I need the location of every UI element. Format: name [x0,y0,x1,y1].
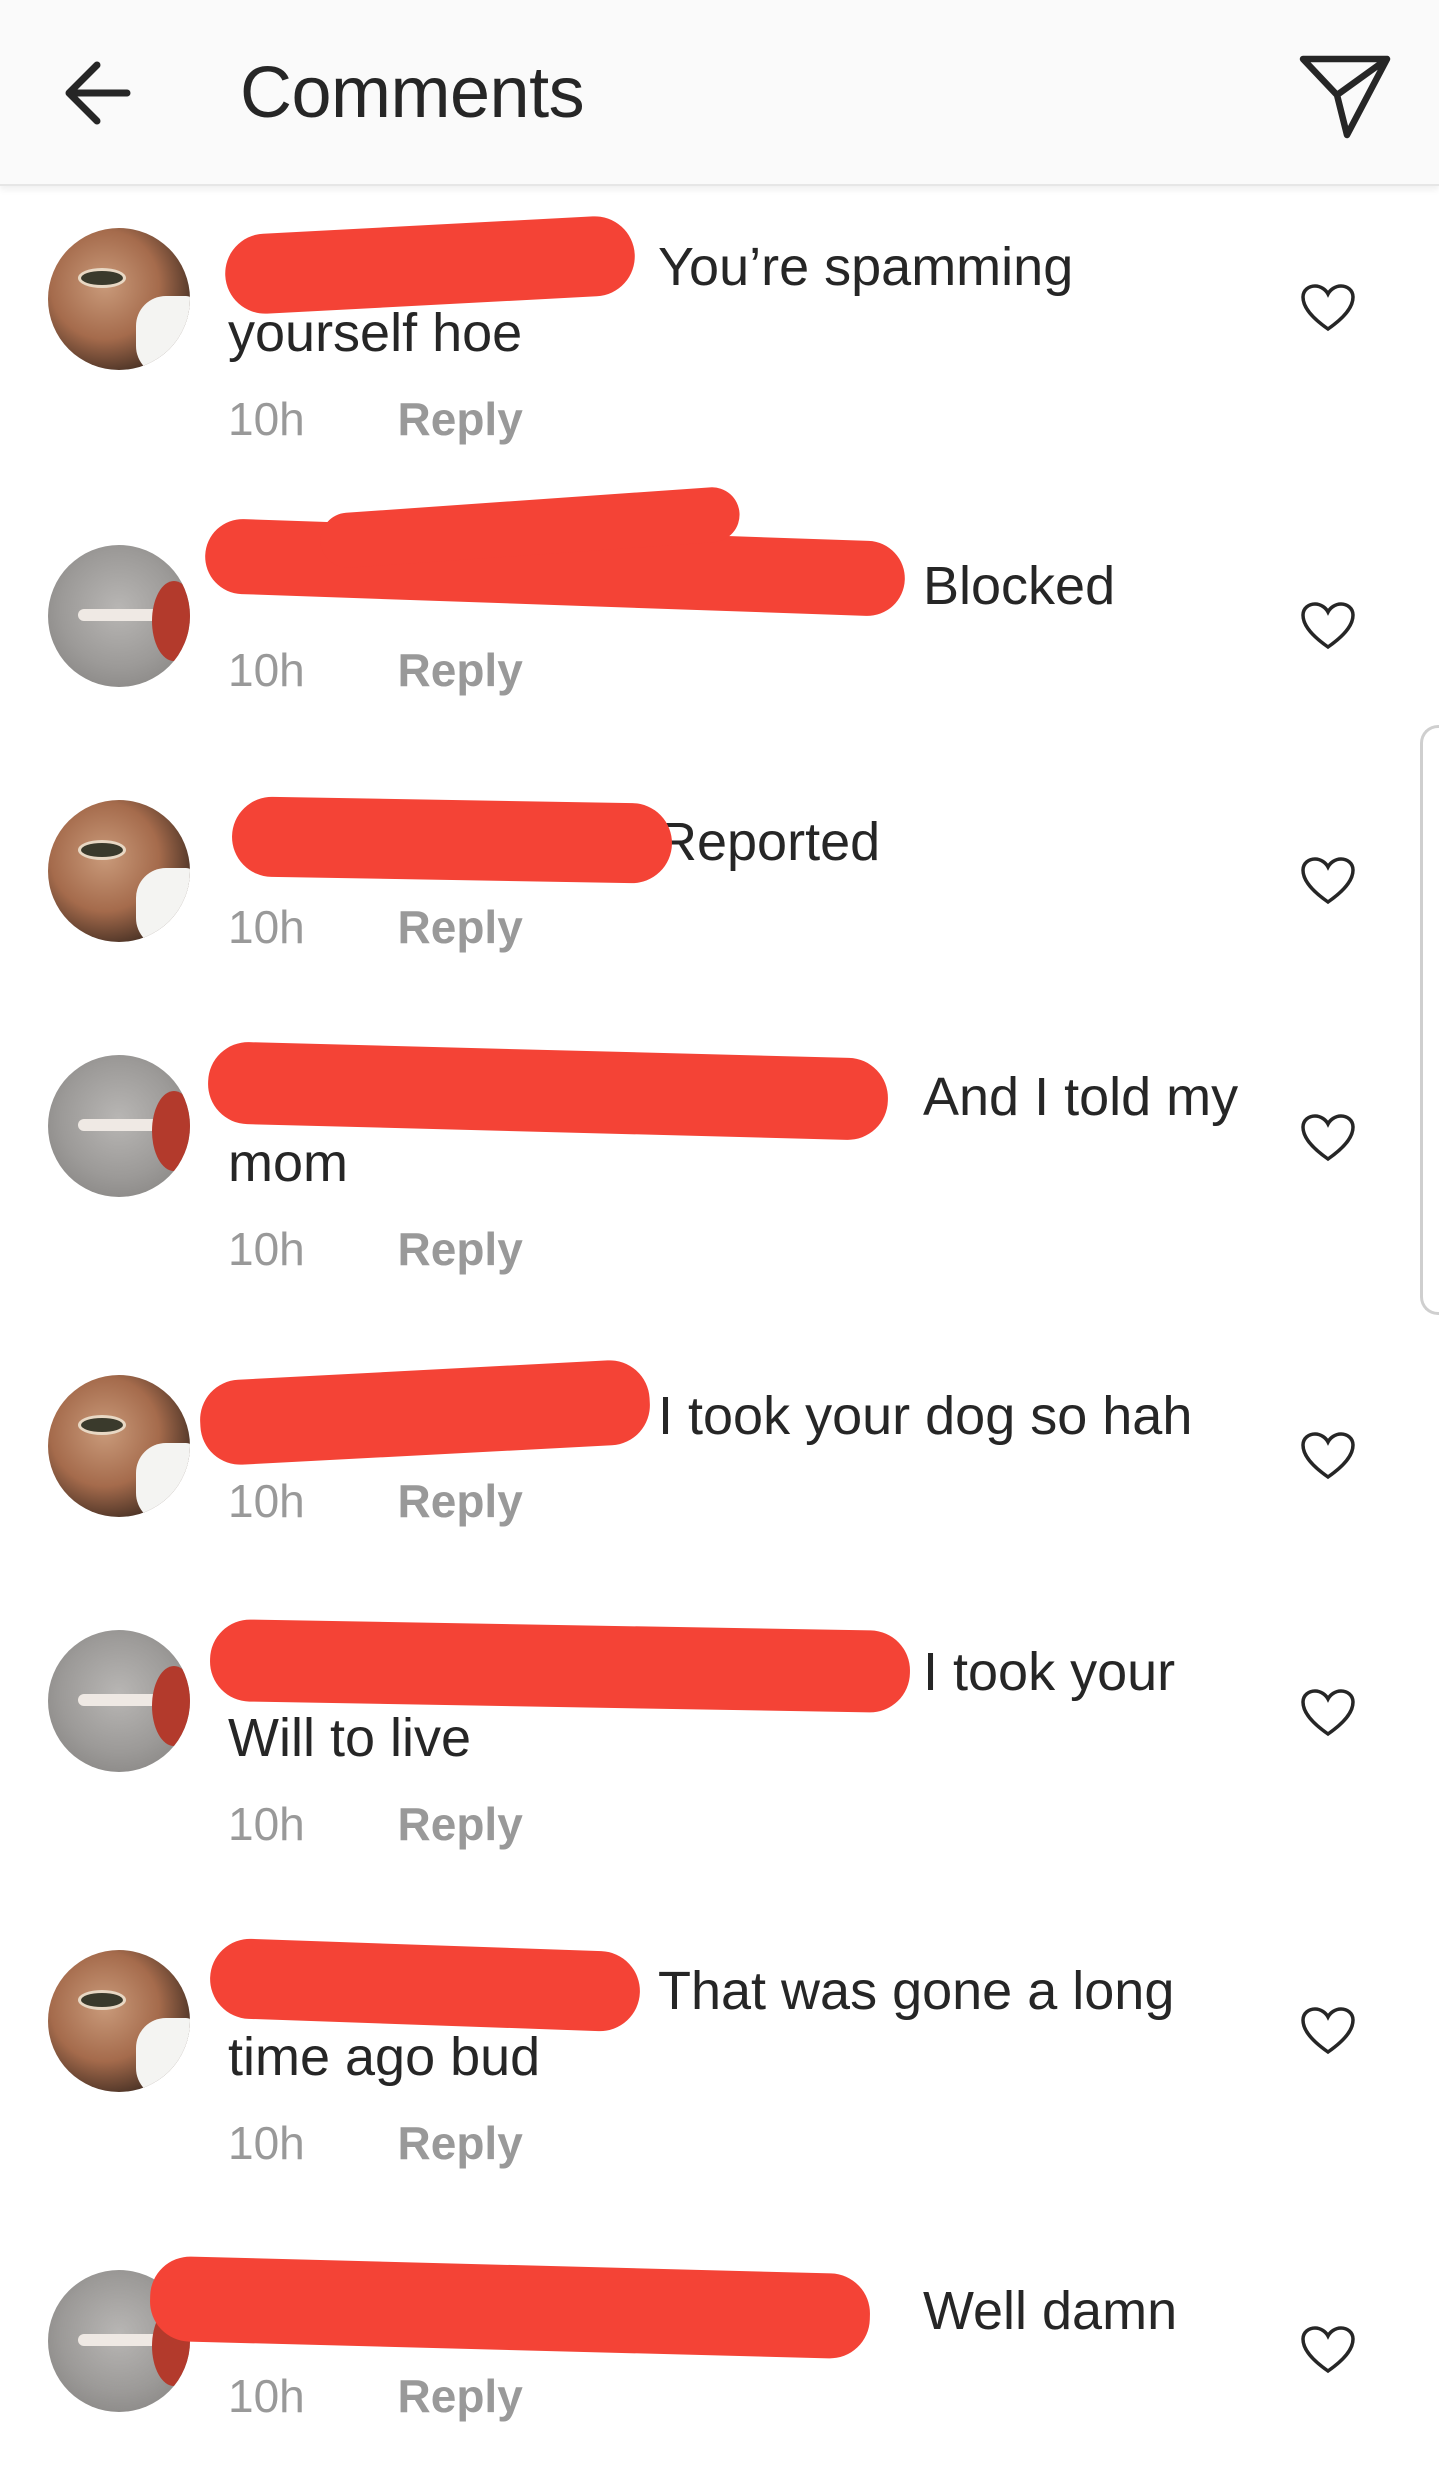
like-button[interactable] [1296,1426,1360,1486]
comment-meta: 10h Reply [228,1797,523,1851]
heart-icon [1301,602,1355,650]
comment-time: 10h [228,644,305,696]
username-redaction [208,1937,642,2033]
comment-time: 10h [228,2370,305,2422]
avatar[interactable] [48,1950,190,2092]
heart-icon [1301,857,1355,905]
comments-screen: Comments You’re spamming yourself hoe 10… [0,0,1439,2469]
avatar[interactable] [48,800,190,942]
like-button[interactable] [1296,596,1360,656]
like-button[interactable] [1296,1683,1360,1743]
username-redaction [198,1358,652,1467]
avatar[interactable] [48,1375,190,1517]
comment-meta: 10h Reply [228,1474,523,1528]
username-redaction [231,796,673,884]
reply-button[interactable]: Reply [398,392,523,446]
like-button[interactable] [1296,278,1360,338]
avatar[interactable] [48,1630,190,1772]
username-redaction [209,1618,911,1714]
avatar[interactable] [48,228,190,370]
comment-meta: 10h Reply [228,1222,523,1276]
heart-icon [1301,2326,1355,2374]
heart-icon [1301,2007,1355,2055]
comment-meta: 10h Reply [228,392,523,446]
comment-time: 10h [228,1798,305,1850]
back-button[interactable] [50,48,140,138]
page-title: Comments [240,53,585,133]
reply-button[interactable]: Reply [398,2369,523,2423]
comment-time: 10h [228,2117,305,2169]
reply-button[interactable]: Reply [398,2116,523,2170]
arrow-left-icon [65,61,131,125]
share-button[interactable] [1290,40,1400,150]
paper-plane-icon [1299,55,1391,139]
reply-button[interactable]: Reply [398,1797,523,1851]
heart-icon [1301,1114,1355,1162]
comment-time: 10h [228,901,305,953]
like-button[interactable] [1296,2001,1360,2061]
heart-icon [1301,1432,1355,1480]
reply-button[interactable]: Reply [398,1474,523,1528]
comment-meta: 10h Reply [228,900,523,954]
scrollbar[interactable] [1420,725,1439,1315]
reply-button[interactable]: Reply [398,643,523,697]
comment-meta: 10h Reply [228,2369,523,2423]
reply-button[interactable]: Reply [398,1222,523,1276]
like-button[interactable] [1296,2320,1360,2380]
heart-icon [1301,1689,1355,1737]
avatar[interactable] [48,1055,190,1197]
header-bar: Comments [0,0,1439,186]
like-button[interactable] [1296,1108,1360,1168]
avatar[interactable] [48,545,190,687]
like-button[interactable] [1296,851,1360,911]
comment-time: 10h [228,1475,305,1527]
comment-time: 10h [228,393,305,445]
comment-meta: 10h Reply [228,2116,523,2170]
reply-button[interactable]: Reply [398,900,523,954]
comment-time: 10h [228,1223,305,1275]
heart-icon [1301,284,1355,332]
comment-meta: 10h Reply [228,643,523,697]
